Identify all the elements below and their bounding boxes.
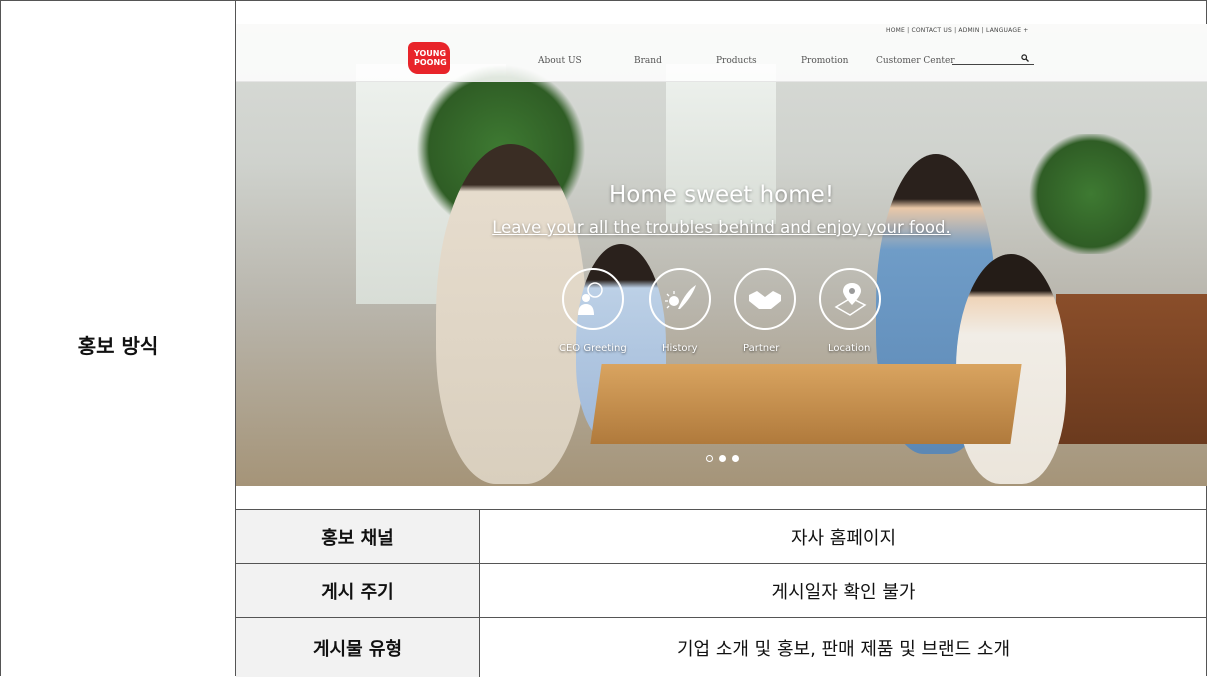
slider-dot[interactable] xyxy=(719,455,726,462)
ceo-icon xyxy=(578,282,603,315)
nav-products[interactable]: Products xyxy=(716,56,757,66)
ceo-greeting-label[interactable]: CEO Greeting xyxy=(559,343,627,354)
history-button[interactable] xyxy=(649,268,711,330)
slider-dot[interactable] xyxy=(732,455,739,462)
search-input[interactable] xyxy=(952,64,1034,65)
utility-links[interactable]: HOME | CONTACT US | ADMIN | LANGUAGE + xyxy=(886,27,1029,34)
nav-brand[interactable]: Brand xyxy=(634,56,662,66)
location-pin-icon xyxy=(834,283,867,316)
cabinet-decoration xyxy=(1056,294,1207,444)
info-table: 홍보 채널 자사 홈페이지 게시 주기 게시일자 확인 불가 게시물 유형 기업… xyxy=(236,509,1207,677)
table-row: 게시 주기 게시일자 확인 불가 xyxy=(236,564,1207,618)
row-value: 기업 소개 및 홍보, 판매 제품 및 브랜드 소개 xyxy=(676,638,1010,660)
row-label: 홍보 방식 xyxy=(77,334,159,358)
partner-label[interactable]: Partner xyxy=(743,343,779,354)
hero-title: Home sweet home! xyxy=(608,182,835,208)
row-header: 게시 주기 xyxy=(236,564,480,617)
row-header: 홍보 채널 xyxy=(236,510,480,563)
website-screenshot: HOME | CONTACT US | ADMIN | LANGUAGE + Y… xyxy=(236,24,1207,486)
brand-logo[interactable]: YOUNG POONG xyxy=(408,42,450,74)
partner-button[interactable] xyxy=(734,268,796,330)
location-label[interactable]: Location xyxy=(828,343,870,354)
table-row: 게시물 유형 기업 소개 및 홍보, 판매 제품 및 브랜드 소개 xyxy=(236,618,1207,677)
row-value: 게시일자 확인 불가 xyxy=(771,581,916,603)
slider-dot[interactable] xyxy=(706,455,713,462)
history-label[interactable]: History xyxy=(662,343,698,354)
history-icon xyxy=(665,285,696,309)
hero-subtitle-link[interactable]: Leave your all the troubles behind and e… xyxy=(236,218,1207,237)
search-icon[interactable] xyxy=(1021,54,1029,62)
handshake-icon xyxy=(749,291,781,309)
nav-about-us[interactable]: About US xyxy=(538,56,582,66)
hero-image xyxy=(236,24,1207,486)
table-decoration xyxy=(590,364,1022,444)
logo-text: YOUNG xyxy=(414,49,447,58)
nav-customer-center[interactable]: Customer Center xyxy=(876,56,955,66)
table-row: 홍보 채널 자사 홈페이지 xyxy=(236,510,1207,564)
row-header: 게시물 유형 xyxy=(236,618,480,677)
site-navbar: HOME | CONTACT US | ADMIN | LANGUAGE + Y… xyxy=(236,24,1207,82)
logo-text: POONG xyxy=(414,58,447,67)
ceo-greeting-button[interactable] xyxy=(562,268,624,330)
nav-promotion[interactable]: Promotion xyxy=(801,56,848,66)
location-button[interactable] xyxy=(819,268,881,330)
row-value: 자사 홈페이지 xyxy=(790,527,897,549)
left-column: 홍보 방식 xyxy=(0,0,236,676)
